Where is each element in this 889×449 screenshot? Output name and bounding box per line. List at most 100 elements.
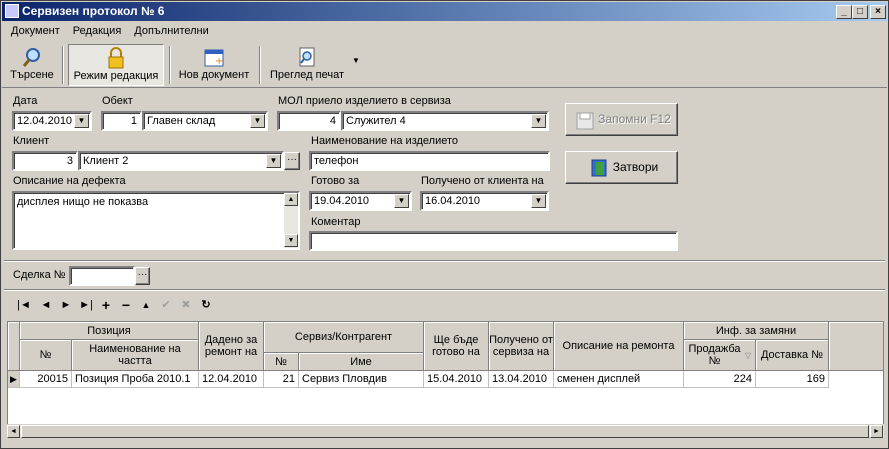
- scroll-thumb[interactable]: [21, 425, 869, 438]
- client-dropdown-icon[interactable]: ▼: [266, 154, 281, 168]
- mol-name-value: Служител 4: [346, 115, 406, 127]
- table-row-part-name[interactable]: Позиция Проба 2010.1: [72, 371, 199, 388]
- scroll-left-icon[interactable]: ◄: [7, 425, 20, 438]
- table-row-pos-number[interactable]: 20015: [20, 371, 72, 388]
- toolbar-separator: [169, 46, 171, 84]
- deal-label: Сделка №: [13, 269, 66, 281]
- part-name-header[interactable]: Наименование на частта: [72, 340, 199, 371]
- refresh-icon[interactable]: ↻: [199, 298, 213, 312]
- object-number-field[interactable]: 1: [101, 111, 142, 131]
- service-number-header[interactable]: №: [264, 353, 299, 371]
- edit-mode-tool-button[interactable]: Режим редакция: [68, 44, 164, 86]
- given-date-header[interactable]: Дадено за ремонт на: [199, 322, 264, 371]
- deal-browse-button[interactable]: ···: [135, 267, 150, 285]
- pos-number-header[interactable]: №: [20, 340, 72, 371]
- comment-label: Коментар: [311, 216, 361, 228]
- table-row-delivery-number[interactable]: 169: [756, 371, 829, 388]
- client-browse-button[interactable]: ···: [284, 152, 300, 170]
- close-window-button[interactable]: ×: [870, 5, 886, 19]
- object-dropdown-icon[interactable]: ▼: [250, 114, 265, 128]
- mol-dropdown-icon[interactable]: ▼: [531, 114, 546, 128]
- comment-field[interactable]: [309, 231, 678, 251]
- scroll-right-icon[interactable]: ►: [870, 425, 883, 438]
- new-document-label: Нов документ: [178, 69, 250, 81]
- object-name-field[interactable]: Главен склад ▼: [142, 111, 268, 131]
- delivery-number-header[interactable]: Доставка №: [756, 340, 829, 371]
- client-number-field[interactable]: 3: [12, 151, 78, 171]
- title-bar: Сервизен протокол № 6 _ □ ×: [2, 2, 887, 21]
- client-name-field[interactable]: Клиент 2 ▼: [78, 151, 284, 171]
- print-preview-dropdown-icon[interactable]: ▼: [352, 56, 360, 65]
- menu-edit[interactable]: Редакция: [65, 22, 126, 37]
- grid-horizontal-scrollbar[interactable]: ◄ ►: [7, 424, 884, 438]
- service-protocol-window: Сервизен протокол № 6 _ □ × Документ Реда…: [0, 0, 889, 449]
- scroll-down-icon[interactable]: ▼: [284, 234, 298, 247]
- defect-scrollbar[interactable]: ▲ ▼: [284, 193, 298, 248]
- search-tool-label: Търсене: [10, 69, 54, 81]
- first-record-icon[interactable]: |◄: [17, 298, 31, 312]
- toolbar: Търсене Режим редакция + Нов документ Пр…: [2, 42, 887, 88]
- service-name-header[interactable]: Име: [299, 353, 424, 371]
- cancel-record-icon[interactable]: ✖: [179, 298, 193, 312]
- product-label: Наименование на изделието: [311, 135, 459, 147]
- row-indicator-header: [8, 322, 20, 371]
- ready-date-header[interactable]: Ще бъде готово на: [424, 322, 489, 371]
- minimize-button[interactable]: _: [836, 5, 852, 19]
- save-button[interactable]: Запомни F12: [565, 103, 678, 136]
- prior-record-icon[interactable]: ◄: [39, 298, 53, 312]
- grid-filler-header: [829, 322, 883, 371]
- defect-textarea[interactable]: дисплея нищо не показва ▲ ▼: [12, 191, 300, 250]
- toolbar-separator: [259, 46, 261, 84]
- menu-document[interactable]: Документ: [2, 22, 65, 37]
- floppy-disk-icon: [576, 111, 594, 142]
- search-tool-button[interactable]: Търсене: [6, 44, 58, 86]
- print-preview-tool-button[interactable]: Преглед печат: [264, 44, 350, 86]
- client-name-value: Клиент 2: [83, 155, 129, 167]
- mol-label: МОЛ приело изделието в сервиза: [278, 95, 451, 107]
- menu-additional[interactable]: Допълнителни: [126, 22, 213, 37]
- mol-number-field[interactable]: 4: [277, 111, 341, 131]
- received-date-value: 16.04.2010: [425, 195, 481, 207]
- date-value: 12.04.2010: [17, 115, 73, 127]
- new-document-tool-button[interactable]: + Нов документ: [176, 44, 252, 86]
- table-row-given-date[interactable]: 12.04.2010: [199, 371, 264, 388]
- scroll-up-icon[interactable]: ▲: [284, 193, 298, 206]
- edit-record-icon[interactable]: ▲: [139, 298, 153, 312]
- object-name-value: Главен склад: [147, 115, 216, 127]
- deal-field[interactable]: [69, 266, 135, 286]
- table-row-repair-description[interactable]: сменен дисплей: [554, 371, 684, 388]
- mol-name-field[interactable]: Служител 4 ▼: [341, 111, 549, 131]
- divider: [4, 260, 885, 262]
- post-record-icon[interactable]: ✔: [159, 298, 173, 312]
- defect-label: Описание на дефекта: [13, 175, 126, 187]
- service-group-header: Сервиз/Контрагент: [264, 322, 424, 353]
- received-date-field[interactable]: 16.04.2010 ▼: [420, 191, 549, 211]
- repair-description-header[interactable]: Описание на ремонта: [554, 322, 684, 371]
- delete-record-icon[interactable]: −: [119, 298, 133, 312]
- table-row-received-date[interactable]: 13.04.2010: [489, 371, 554, 388]
- table-row-ready-date[interactable]: 15.04.2010: [424, 371, 489, 388]
- divider: [4, 289, 885, 291]
- lock-icon: [105, 47, 127, 69]
- position-group-header: Позиция: [20, 322, 199, 340]
- maximize-button[interactable]: □: [852, 5, 868, 19]
- date-field[interactable]: 12.04.2010 ▼: [12, 111, 92, 131]
- received-date-dropdown-icon[interactable]: ▼: [531, 194, 546, 208]
- ready-date-dropdown-icon[interactable]: ▼: [394, 194, 409, 208]
- defect-value: дисплея нищо не показва: [17, 196, 149, 208]
- date-dropdown-icon[interactable]: ▼: [74, 114, 89, 128]
- sale-number-header[interactable]: Продажба № ▽: [684, 340, 756, 371]
- next-record-icon[interactable]: ►: [59, 298, 73, 312]
- product-field[interactable]: телефон: [309, 151, 550, 171]
- insert-record-icon[interactable]: +: [99, 298, 113, 312]
- table-row-service-name[interactable]: Сервиз Пловдив: [299, 371, 424, 388]
- last-record-icon[interactable]: ►|: [79, 298, 93, 312]
- print-preview-icon: [296, 46, 318, 68]
- table-row-service-number[interactable]: 21: [264, 371, 299, 388]
- close-button[interactable]: Затвори: [565, 151, 678, 184]
- ready-date-field[interactable]: 19.04.2010 ▼: [309, 191, 412, 211]
- save-button-label: Запомни F12: [598, 112, 671, 126]
- table-row-sale-number[interactable]: 224: [684, 371, 756, 388]
- received-from-service-header[interactable]: Получено от сервиза на: [489, 322, 554, 371]
- object-label: Обект: [102, 95, 133, 107]
